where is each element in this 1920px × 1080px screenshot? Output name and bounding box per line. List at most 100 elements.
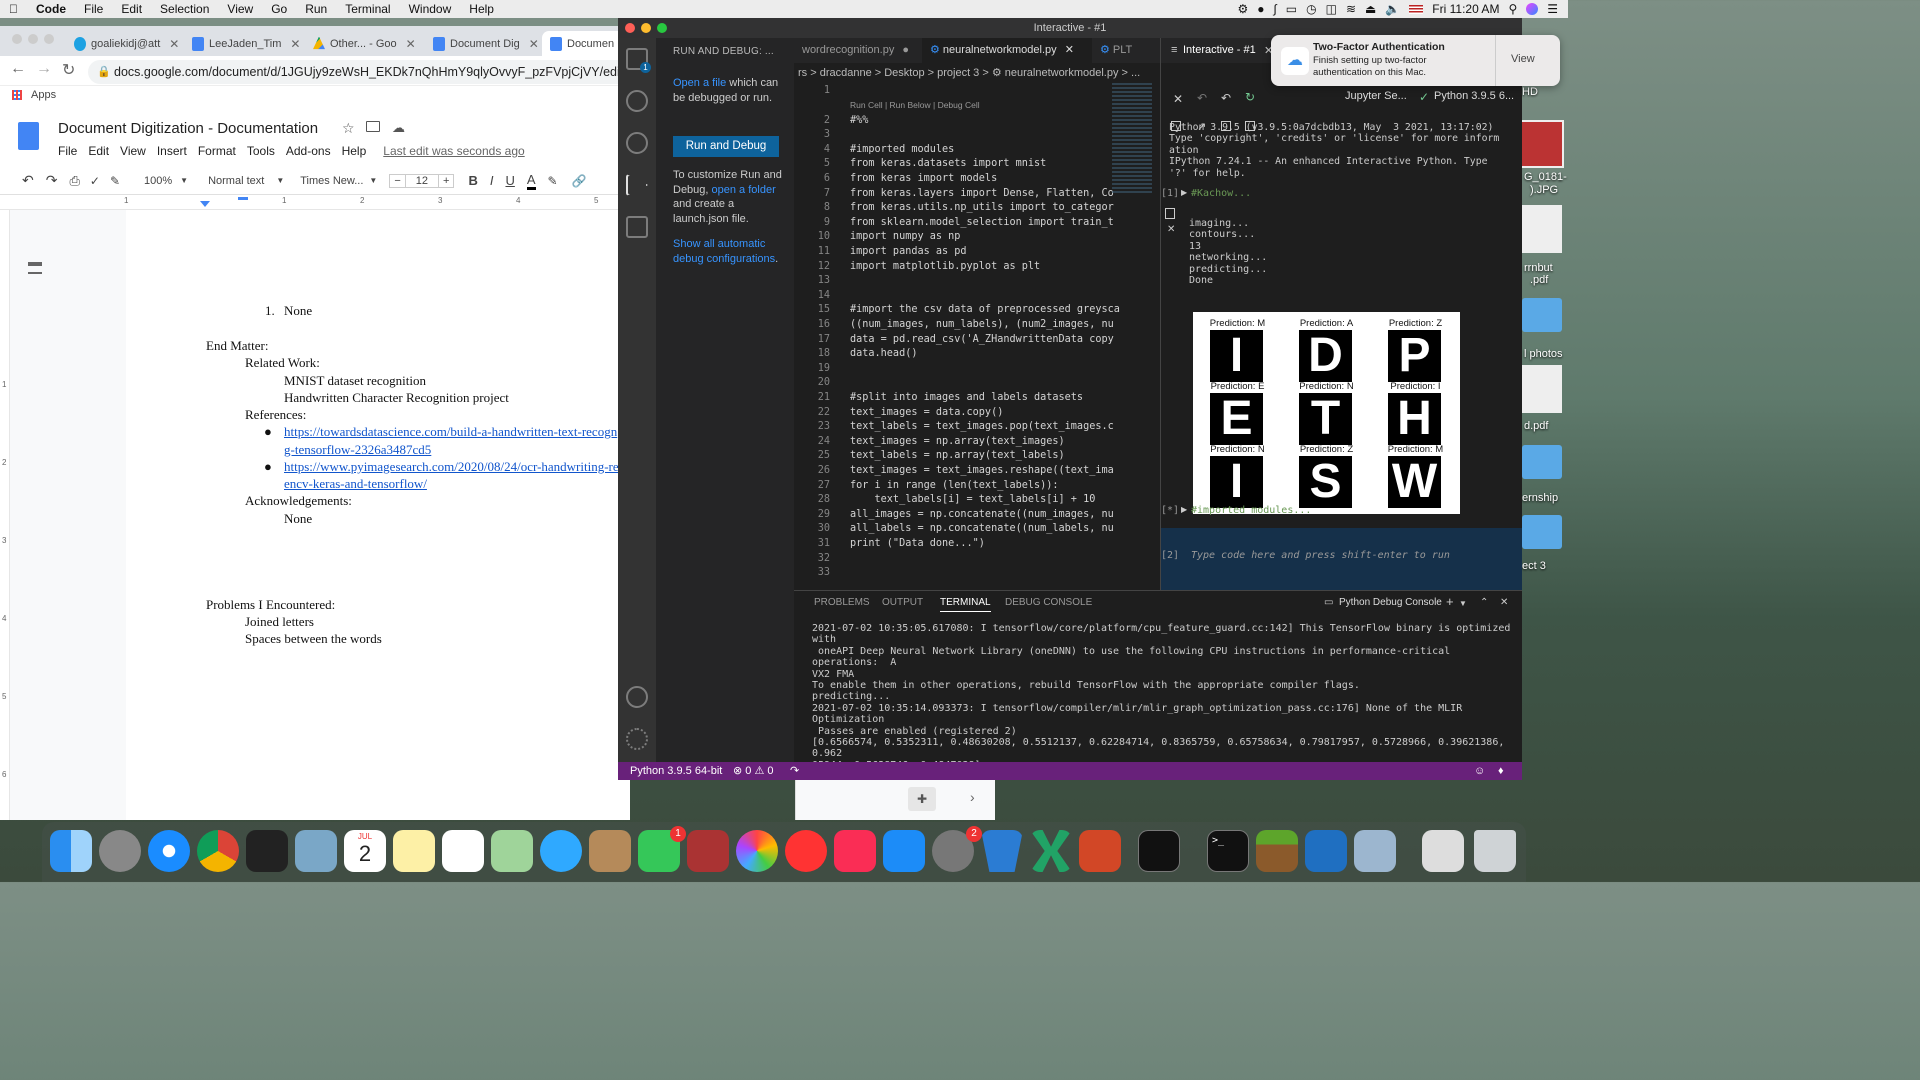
code-line[interactable]: 15 #import the csv data of preprocessed g… xyxy=(794,304,1146,319)
undo-icon[interactable]: ↶ xyxy=(1197,91,1207,105)
text-color-icon[interactable]: A xyxy=(526,172,536,190)
code-line[interactable]: 31 print ("Data done...") xyxy=(794,538,1146,553)
tab-debug-console[interactable]: DEBUG CONSOLE xyxy=(1005,597,1092,608)
tab-problems[interactable]: PROBLEMS xyxy=(814,597,870,608)
tab-output[interactable]: OUTPUT xyxy=(882,597,923,608)
docs-menu-view[interactable]: View xyxy=(120,144,146,158)
status-menu-icon[interactable]: ⚙ xyxy=(1237,2,1248,16)
calendar-icon[interactable]: JUL 2 xyxy=(344,830,386,872)
apps-icon[interactable] xyxy=(12,90,22,100)
minimap[interactable] xyxy=(1112,83,1152,193)
news-icon[interactable] xyxy=(785,830,827,872)
wifi-icon[interactable]: ≋ xyxy=(1346,2,1356,16)
apps-bookmark[interactable]: Apps xyxy=(31,89,56,101)
photo-booth-icon[interactable] xyxy=(246,830,288,872)
excel-icon[interactable] xyxy=(1030,830,1072,872)
extensions-icon[interactable] xyxy=(626,216,648,238)
document-title[interactable]: Document Digitization - Documentation xyxy=(58,120,318,137)
safari-icon[interactable] xyxy=(148,830,190,872)
desktop-icon-pdf[interactable] xyxy=(1522,205,1562,253)
italic-icon[interactable]: I xyxy=(490,173,494,188)
folder-icon[interactable] xyxy=(1522,445,1562,479)
bell-icon[interactable]: ♦ xyxy=(1498,762,1504,780)
menu-app-name[interactable]: Code xyxy=(27,2,75,16)
modified-dot-icon[interactable]: ● xyxy=(902,44,909,56)
cell-code[interactable]: #imported modules... xyxy=(1191,505,1311,516)
desktop-label[interactable]: ernship xyxy=(1522,492,1558,504)
code-line[interactable]: 13 xyxy=(794,275,1146,290)
code-line[interactable]: 6 from keras import models xyxy=(794,173,1146,188)
desktop-label[interactable]: HD xyxy=(1522,86,1538,98)
flag-icon[interactable] xyxy=(1409,4,1424,14)
breadcrumb[interactable]: rs > dracdanne > Desktop > project 3 > ⚙… xyxy=(794,63,1160,83)
search-icon[interactable] xyxy=(626,90,648,112)
zoom-select[interactable]: 100% xyxy=(144,175,172,187)
code-line[interactable]: 29 all_images = np.concatenate((num_image… xyxy=(794,509,1146,524)
code-editor[interactable]: Run Cell | Run Below | Debug Cell 1 2 #%% 3… xyxy=(794,83,1146,593)
notification-view-button[interactable]: View xyxy=(1511,53,1535,65)
code-line[interactable]: 19 xyxy=(794,363,1146,378)
notes-icon[interactable] xyxy=(393,830,435,872)
menu-terminal[interactable]: Terminal xyxy=(336,2,399,16)
problems-status[interactable]: ⊗ 0 ⚠ 0 xyxy=(733,762,773,780)
code-line[interactable]: 20 xyxy=(794,377,1146,392)
reminders-icon[interactable] xyxy=(442,830,484,872)
docs-menu-insert[interactable]: Insert xyxy=(157,144,187,158)
browser-tab-active[interactable]: Documen xyxy=(542,31,630,56)
code-line[interactable]: 7 from keras.layers import Dense, Flatten… xyxy=(794,188,1146,203)
delete-cell-icon[interactable]: ✕ xyxy=(1167,224,1175,235)
code-line[interactable]: 8 from keras.utils.np_utils import to_cat… xyxy=(794,202,1146,217)
photos-icon[interactable] xyxy=(736,830,778,872)
code-line[interactable]: 28 text_labels[i] = text_labels[i] + 10 xyxy=(794,494,1146,509)
python-kernel-label[interactable]: Python 3.9.5 6... xyxy=(1434,90,1514,102)
maps-icon[interactable] xyxy=(491,830,533,872)
code-line[interactable]: 12 import matplotlib.pyplot as plt xyxy=(794,261,1146,276)
code-line[interactable]: 26 text_images = text_images.reshape((tex… xyxy=(794,465,1146,480)
code-line[interactable]: 2 #%% xyxy=(794,115,1146,130)
terminal-app-icon[interactable]: >_ xyxy=(1207,830,1249,872)
code-line[interactable]: 18 data.head() xyxy=(794,348,1146,363)
bluetooth-icon[interactable]: ∫ xyxy=(1273,2,1276,16)
code-line[interactable]: 11 import pandas as pd xyxy=(794,246,1146,261)
code-line[interactable]: 14 xyxy=(794,290,1146,305)
music-icon[interactable] xyxy=(834,830,876,872)
expand-icon[interactable]: ▶ xyxy=(1181,505,1187,514)
minimize-window-button[interactable] xyxy=(28,34,38,44)
browser-tab[interactable]: Other... - Goo ✕ xyxy=(305,31,423,56)
code-line[interactable]: 10 import numpy as np xyxy=(794,231,1146,246)
launchpad-icon[interactable] xyxy=(99,830,141,872)
bold-icon[interactable]: B xyxy=(468,173,477,188)
notification[interactable]: ☁ Two-Factor Authentication Finish setti… xyxy=(1271,35,1560,86)
print-icon[interactable]: ⎙ xyxy=(69,173,79,189)
paint-format-icon[interactable]: ✎ xyxy=(110,174,120,188)
restart-kernel-icon[interactable]: ↻ xyxy=(1245,90,1255,104)
live-share-icon[interactable]: ↷ xyxy=(790,762,799,780)
code-line[interactable]: 30 all_labels = np.concatenate((num_label… xyxy=(794,523,1146,538)
code-line[interactable]: 17 data = pd.read_csv('A_ZHandwrittenData… xyxy=(794,334,1146,349)
browser-tab[interactable]: goaliekidj@att ✕ xyxy=(66,31,180,56)
docs-menu-edit[interactable]: Edit xyxy=(88,144,109,158)
volume-icon[interactable]: 🔈 xyxy=(1385,2,1400,16)
chevron-down-icon[interactable]: ▼ xyxy=(369,176,377,185)
input-placeholder[interactable]: Type code here and press shift-enter to … xyxy=(1191,550,1450,561)
code-line[interactable]: 21 #split into images and labels datasets xyxy=(794,392,1146,407)
desktop-label[interactable]: .pdf xyxy=(1530,274,1548,286)
desktop-label[interactable]: l photos xyxy=(1524,348,1563,360)
underline-icon[interactable]: U xyxy=(505,173,514,188)
reference-link[interactable]: g-tensorflow-2326a3487cd5 xyxy=(284,442,431,458)
chevron-right-icon[interactable]: › xyxy=(970,789,975,805)
style-select[interactable]: Normal text xyxy=(208,175,264,187)
cloud-status-icon[interactable]: ☁ xyxy=(392,120,405,136)
gear-icon[interactable] xyxy=(626,728,648,750)
font-size-field[interactable]: 12 xyxy=(405,173,439,188)
reference-link[interactable]: https://www.pyimagesearch.com/2020/08/24… xyxy=(284,459,619,475)
menu-run[interactable]: Run xyxy=(296,2,336,16)
font-select[interactable]: Times New... xyxy=(300,175,363,187)
chevron-down-icon[interactable]: ▼ xyxy=(276,176,284,185)
code-line[interactable]: 33 xyxy=(794,567,1146,582)
time-machine-icon[interactable]: ◷ xyxy=(1306,2,1316,16)
menu-view[interactable]: View xyxy=(218,2,262,16)
zoom-window-button[interactable] xyxy=(44,34,54,44)
eject-icon[interactable]: ⏏ xyxy=(1365,2,1376,16)
undo-icon[interactable]: ↶ xyxy=(22,172,34,189)
